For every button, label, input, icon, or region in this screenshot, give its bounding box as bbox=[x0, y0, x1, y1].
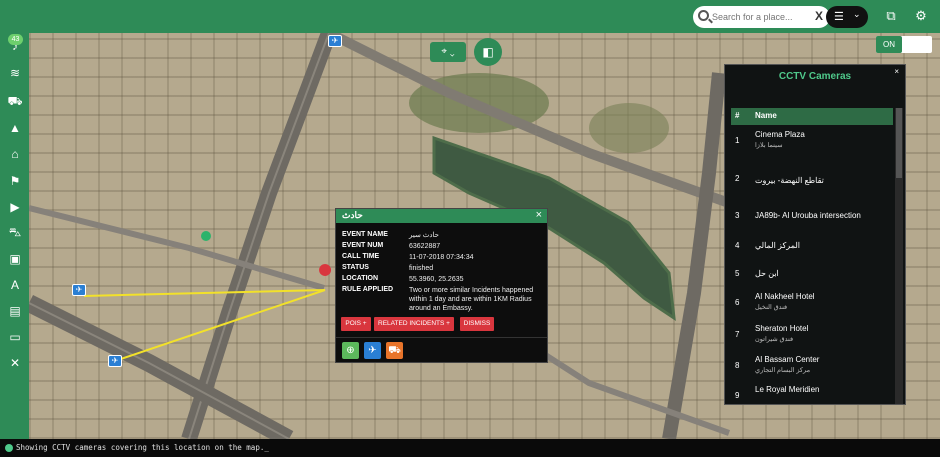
status-dot-icon bbox=[5, 444, 13, 452]
camera-name-ar: فندق النخيل bbox=[755, 304, 788, 311]
camera-marker[interactable]: ✈ bbox=[108, 355, 122, 367]
field-key: CALL TIME bbox=[342, 253, 380, 260]
vehicle-icon[interactable]: ▲ bbox=[7, 120, 23, 136]
split-view-button[interactable]: ◧ bbox=[474, 38, 502, 66]
map-view-icon[interactable]: ⧉ bbox=[883, 8, 899, 24]
column-header-name: Name bbox=[755, 111, 777, 120]
row-num: 7 bbox=[735, 330, 740, 339]
column-header-num: # bbox=[735, 111, 740, 120]
road-icon[interactable]: A bbox=[7, 277, 23, 293]
camera-name: Sheraton Hotel bbox=[755, 324, 809, 333]
camera-name: Cinema Plaza bbox=[755, 130, 805, 139]
table-row[interactable]: 9 Le Royal Meridien bbox=[731, 383, 893, 404]
camera-name: Al Bassam Center bbox=[755, 355, 820, 364]
table-row[interactable]: 8 Al Bassam Center مركز البسام التجاري bbox=[731, 353, 893, 383]
camera-marker[interactable]: ✈ bbox=[328, 35, 342, 47]
camera-name: JA89b- Al Urouba intersection bbox=[755, 211, 861, 220]
popup-header: حادث × bbox=[336, 209, 547, 223]
dismiss-button[interactable]: DISMISS bbox=[460, 317, 494, 331]
vehicle-icon[interactable]: ⛟ bbox=[386, 342, 403, 359]
scrollbar[interactable] bbox=[895, 108, 903, 404]
divider bbox=[336, 337, 547, 338]
field-value: finished bbox=[409, 265, 434, 272]
chat-icon[interactable]: ▭ bbox=[7, 329, 23, 345]
camera-name: تقاطع النهضة- بيروت bbox=[755, 176, 824, 185]
camera-name-ar: مركز البسام التجاري bbox=[755, 367, 811, 374]
status-message: Showing CCTV cameras covering this locat… bbox=[16, 443, 269, 452]
report-icon[interactable]: ▣ bbox=[7, 251, 23, 267]
row-num: 1 bbox=[735, 136, 740, 145]
row-num: 2 bbox=[735, 174, 740, 183]
field-key: EVENT NUM bbox=[342, 242, 384, 249]
notification-badge: 43 bbox=[8, 34, 23, 45]
camera-name-ar: فندق شيراتون bbox=[755, 336, 794, 343]
hydrant-icon[interactable]: ⚑ bbox=[7, 173, 23, 189]
row-num: 4 bbox=[735, 241, 740, 250]
field-key: EVENT NAME bbox=[342, 231, 388, 238]
row-num: 3 bbox=[735, 211, 740, 220]
cctv-cameras-panel: × CCTV Cameras # Name 1 Cinema Plaza سين… bbox=[724, 64, 906, 405]
camera-icon[interactable]: ✈ bbox=[364, 342, 381, 359]
toggle-on-label: ON bbox=[876, 36, 902, 53]
camera-name-ar: سينما بلازا bbox=[755, 142, 783, 149]
field-key: LOCATION bbox=[342, 275, 379, 282]
zoom-icon[interactable]: ⊕ bbox=[342, 342, 359, 359]
camera-name: ابن حل bbox=[755, 269, 779, 278]
camera-marker[interactable]: ✈ bbox=[72, 284, 86, 296]
table-row[interactable]: 5 ابن حل bbox=[731, 261, 893, 291]
settings-icon[interactable]: ⚙ bbox=[913, 8, 929, 24]
table-row[interactable]: 2 تقاطع النهضة- بيروت bbox=[731, 166, 893, 196]
row-num: 8 bbox=[735, 361, 740, 370]
table-header: # Name bbox=[731, 108, 893, 125]
incident-popup: حادث × EVENT NAME حادث سير EVENT NUM 636… bbox=[335, 208, 548, 363]
field-value: Two or more similar Incidents happened w… bbox=[409, 287, 534, 312]
chevron-down-icon: ⌄ bbox=[853, 9, 861, 19]
video-icon[interactable]: ▶ bbox=[7, 199, 23, 215]
cctv-toggle[interactable]: ON bbox=[876, 36, 932, 53]
field-value: 55.3960, 25.2635 bbox=[409, 276, 464, 283]
field-key: RULE APPLIED bbox=[342, 286, 394, 293]
row-num: 5 bbox=[735, 269, 740, 278]
pois-button[interactable]: POIS + bbox=[341, 317, 371, 331]
top-bar: X ☰ ⌄ ⧉ ⚙ bbox=[0, 0, 940, 33]
search-input[interactable] bbox=[712, 9, 807, 25]
table-row[interactable]: 3 JA89b- Al Urouba intersection bbox=[731, 203, 893, 233]
car-icon[interactable]: ⛟ bbox=[7, 93, 23, 109]
table-row[interactable]: 4 المركز المالي bbox=[731, 233, 893, 263]
search-box[interactable]: X bbox=[693, 6, 830, 28]
status-bar: Showing CCTV cameras covering this locat… bbox=[0, 439, 940, 457]
table-row[interactable]: 1 Cinema Plaza سينما بلازا bbox=[731, 128, 893, 158]
row-num: 6 bbox=[735, 298, 740, 307]
field-value: حادث سير bbox=[409, 232, 439, 239]
tools-icon[interactable]: ✕ bbox=[7, 355, 23, 371]
field-key: STATUS bbox=[342, 264, 369, 271]
camera-name: المركز المالي bbox=[755, 241, 800, 250]
related-incidents-button[interactable]: RELATED INCIDENTS + bbox=[374, 317, 454, 331]
table-row[interactable]: 6 Al Nakheel Hotel فندق النخيل bbox=[731, 290, 893, 320]
panel-title: CCTV Cameras bbox=[778, 71, 852, 82]
building-icon[interactable]: ⌂ bbox=[7, 146, 23, 162]
save-icon[interactable]: ▤ bbox=[7, 303, 23, 319]
layers-dropdown-button[interactable]: ☰ ⌄ bbox=[826, 6, 868, 28]
camera-name: Al Nakheel Hotel bbox=[755, 292, 815, 301]
layers-icon[interactable]: ≋ bbox=[7, 65, 23, 81]
camera-name: Le Royal Meridien bbox=[755, 385, 820, 394]
close-icon[interactable]: × bbox=[536, 209, 542, 221]
layers-icon: ☰ bbox=[834, 11, 844, 23]
table-row[interactable]: 7 Sheraton Hotel فندق شيراتون bbox=[731, 322, 893, 352]
popup-title: حادث bbox=[342, 210, 363, 220]
field-value: 63622887 bbox=[409, 243, 441, 250]
row-num: 9 bbox=[735, 391, 740, 400]
sidebar: ♪ 43 ≋ ⛟ ▲ ⌂ ⚑ ▶ ⛍ ▣ A ▤ ▭ ✕ bbox=[0, 33, 29, 439]
search-icon bbox=[698, 10, 709, 21]
location-filter-button[interactable]: ⌖ ⌄ bbox=[430, 42, 466, 62]
taxi-icon[interactable]: ⛍ bbox=[7, 224, 23, 240]
scrollbar-thumb[interactable] bbox=[896, 108, 902, 178]
field-value: 11-07-2018 07:34:34 bbox=[409, 254, 474, 261]
clear-search-icon[interactable]: X bbox=[815, 9, 823, 23]
